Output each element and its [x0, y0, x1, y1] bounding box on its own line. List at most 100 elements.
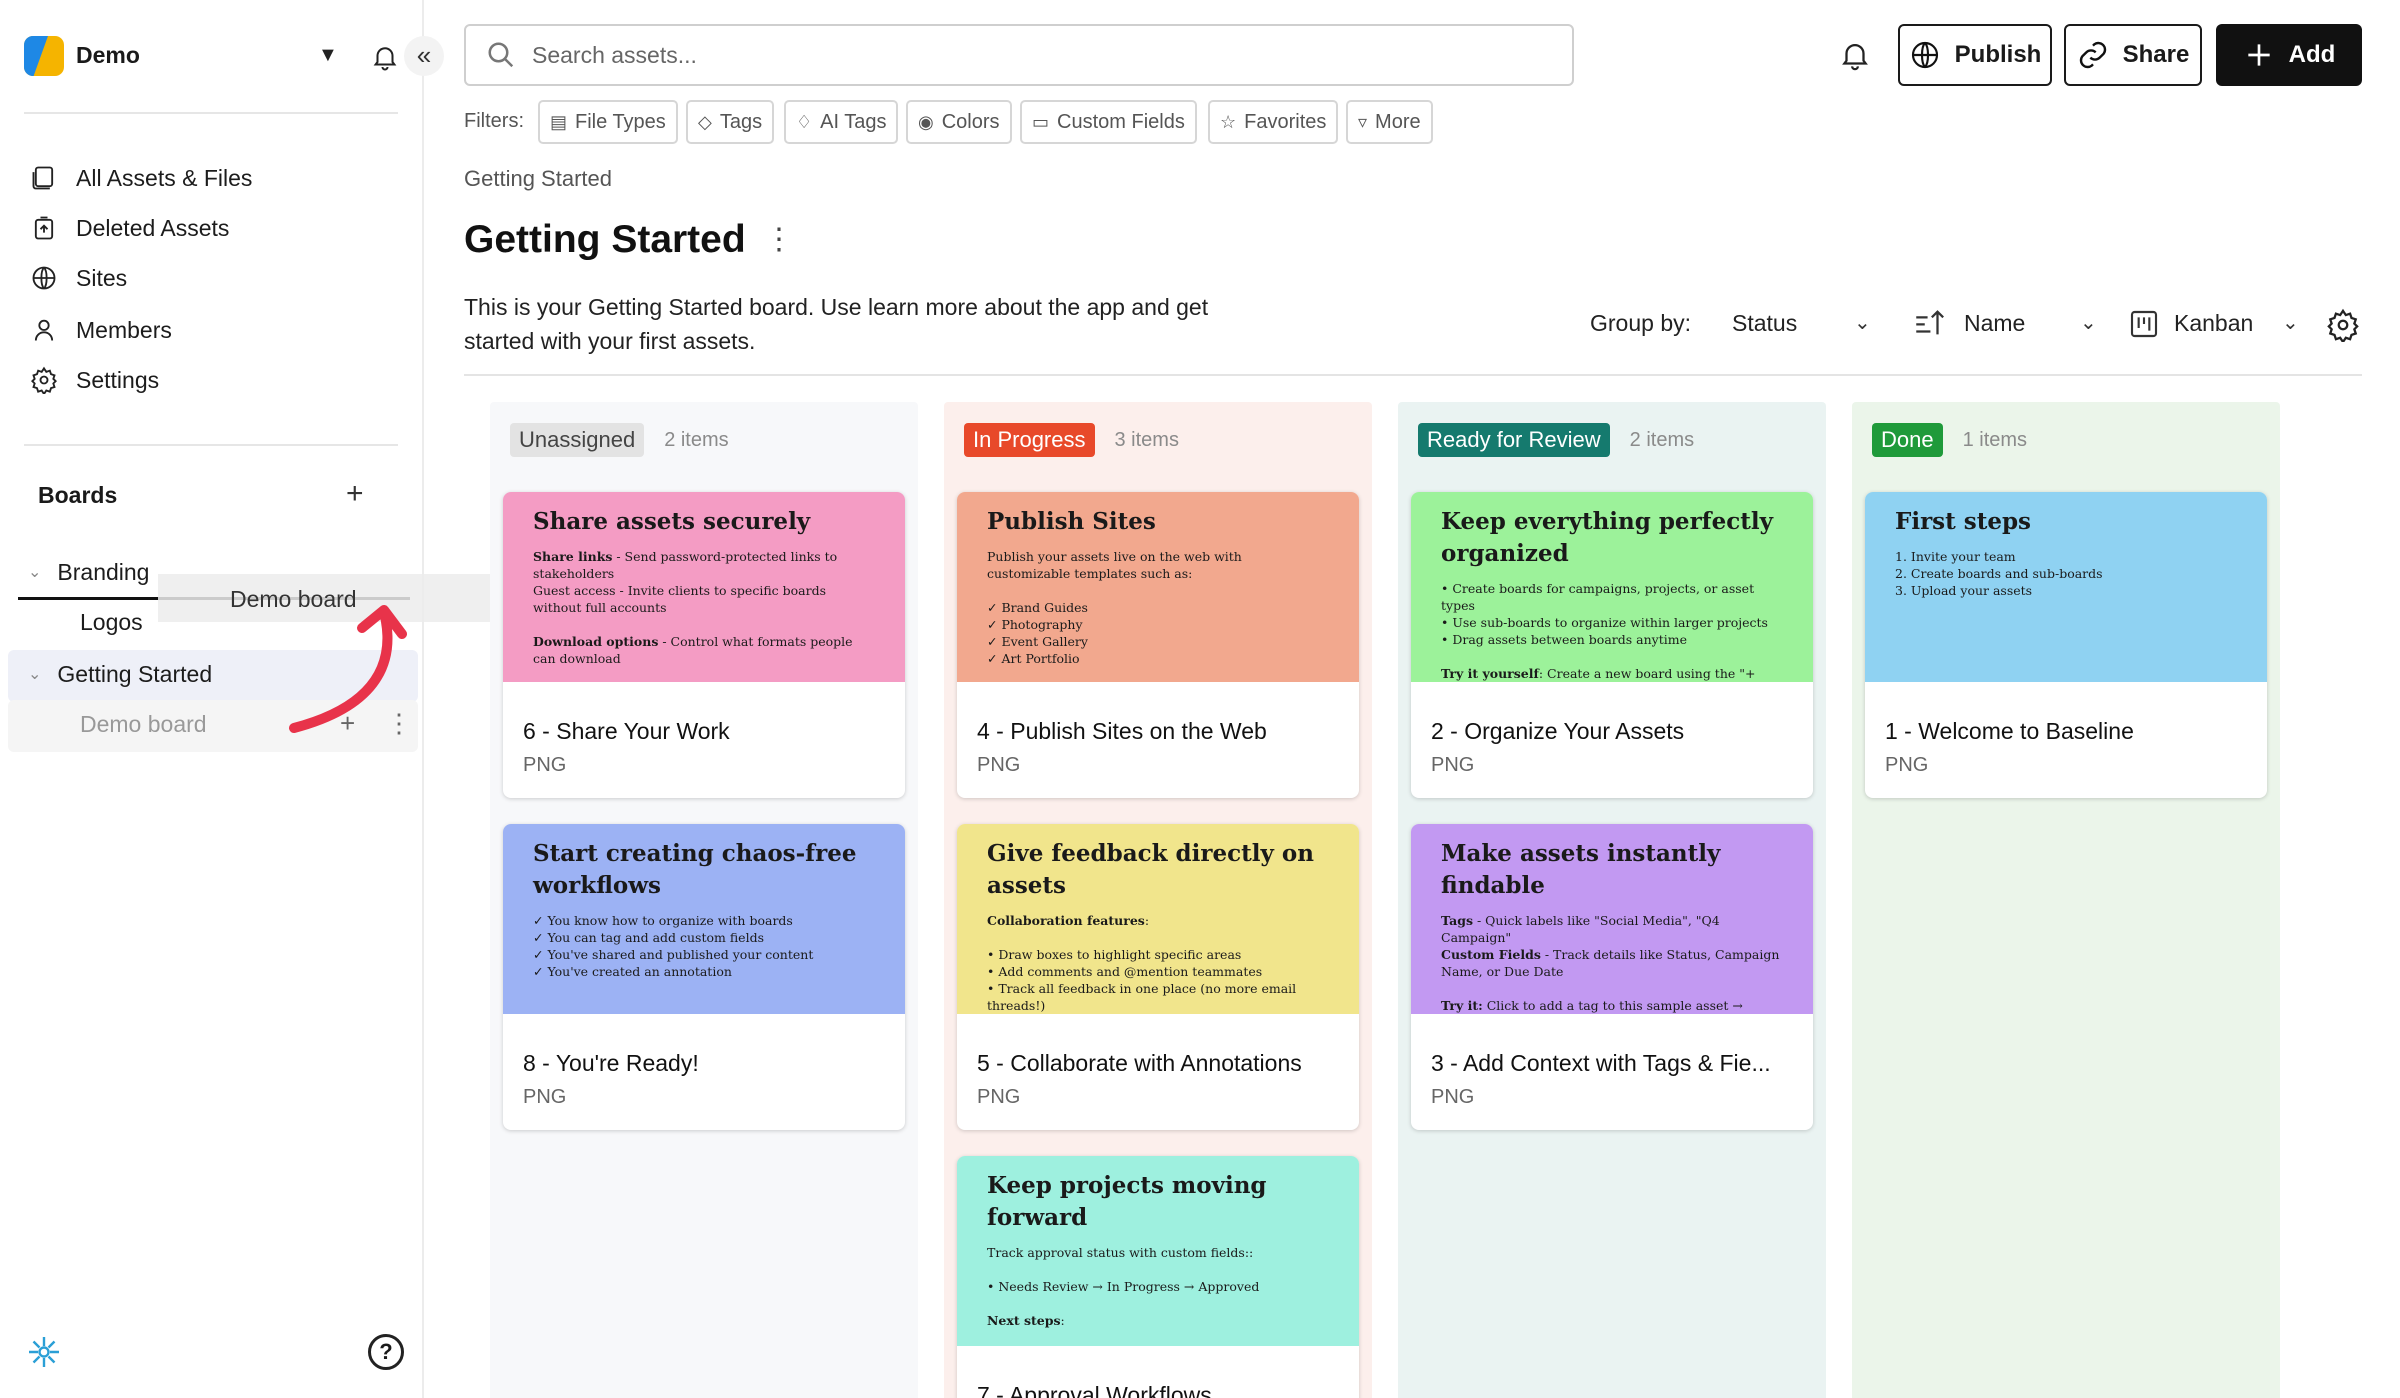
- asset-thumbnail[interactable]: Publish Sites Publish your assets live on…: [957, 492, 1359, 682]
- ai-tag-icon: ♢: [796, 111, 813, 132]
- app-logo-icon: [26, 1334, 62, 1370]
- kanban-icon[interactable]: [2128, 308, 2160, 340]
- chevron-down-icon[interactable]: ⌄: [28, 664, 41, 684]
- breadcrumb[interactable]: Getting Started: [464, 166, 612, 192]
- asset-thumbnail[interactable]: First steps 1. Invite your team 2. Create …: [1865, 492, 2267, 682]
- asset-file-type: PNG: [1885, 754, 1929, 776]
- asset-name[interactable]: 8 - You're Ready!: [523, 1050, 893, 1077]
- board-label: Branding: [57, 558, 150, 585]
- thumbnail-line: 2. Create boards and sub-boards: [1895, 566, 2103, 581]
- asset-thumbnail[interactable]: Keep projects moving forward Track approv…: [957, 1156, 1359, 1346]
- sort-ascending-icon[interactable]: [1912, 306, 1946, 340]
- thumbnail-line: ✓ Brand Guides: [987, 600, 1088, 615]
- asset-name[interactable]: 5 - Collaborate with Annotations: [977, 1050, 1347, 1077]
- nav-label: Deleted Assets: [76, 214, 230, 241]
- thumbnail-line: • Draw boxes to highlight specific areas: [987, 947, 1242, 962]
- asset-thumbnail[interactable]: Start creating chaos-free workflows ✓ You…: [503, 824, 905, 1014]
- kanban-column-unassigned: Unassigned 2 items Share assets securely…: [490, 402, 918, 1398]
- board-branding[interactable]: ⌄ Branding: [28, 548, 149, 596]
- nav-item-deleted-assets[interactable]: Deleted Assets: [30, 208, 400, 248]
- thumbnail-line: Custom Fields - Track details like Statu…: [1441, 947, 1780, 979]
- thumbnail-line: ✓ You can tag and add custom fields: [533, 930, 764, 945]
- asset-file-type: PNG: [1431, 1086, 1475, 1108]
- group-by-label: Group by:: [1590, 310, 1691, 336]
- status-badge: In Progress: [964, 423, 1095, 457]
- board-getting-started-label[interactable]: ⌄ Getting Started: [28, 650, 212, 698]
- asset-card[interactable]: Share assets securely Share links - Send …: [503, 492, 905, 798]
- chevron-down-icon[interactable]: ⌄: [2282, 310, 2299, 335]
- link-icon: [2079, 41, 2106, 69]
- nav-item-settings[interactable]: Settings: [30, 360, 400, 400]
- asset-thumbnail[interactable]: Make assets instantly findable Tags - Qui…: [1411, 824, 1813, 1014]
- bell-icon[interactable]: [370, 42, 400, 72]
- thumbnail-line: Download options - Control what formats …: [533, 634, 853, 666]
- nav-label: Sites: [76, 264, 128, 291]
- thumbnail-line: Publish your assets live on the web with…: [987, 549, 1242, 581]
- chevron-down-icon[interactable]: ⌄: [2080, 310, 2097, 335]
- board-logos[interactable]: Logos: [80, 598, 143, 646]
- asset-name[interactable]: 6 - Share Your Work: [523, 718, 893, 745]
- nav-item-members[interactable]: Members: [30, 310, 400, 350]
- sort-select[interactable]: Name: [1964, 310, 2025, 337]
- share-button[interactable]: Share: [2064, 24, 2202, 86]
- help-button[interactable]: ?: [368, 1334, 404, 1370]
- thumbnail-title: Start creating chaos-free workflows: [533, 840, 857, 899]
- thumbnail-line: ✓ Event Gallery: [987, 634, 1088, 649]
- thumbnail-line: • Needs Review → In Progress → Approved: [987, 1279, 1260, 1294]
- asset-card[interactable]: Start creating chaos-free workflows ✓ You…: [503, 824, 905, 1130]
- item-count: 2 items: [1629, 428, 1695, 451]
- asset-name[interactable]: 4 - Publish Sites on the Web: [977, 718, 1347, 745]
- asset-thumbnail[interactable]: Keep everything perfectly organized • Cre…: [1411, 492, 1813, 682]
- status-badge: Unassigned: [510, 423, 645, 457]
- plus-icon: [2248, 44, 2270, 66]
- notifications-bell-icon[interactable]: [1838, 38, 1872, 72]
- view-select[interactable]: Kanban: [2174, 310, 2253, 337]
- thumbnail-line: • Track all feedback in one place (no mo…: [987, 981, 1297, 1013]
- asset-card[interactable]: Publish Sites Publish your assets live on…: [957, 492, 1359, 798]
- filter-custom-fields[interactable]: ▭ Custom Fields: [1020, 100, 1197, 144]
- chevron-down-icon[interactable]: ⌄: [28, 562, 41, 582]
- filter-ai-tags[interactable]: ♢ AI Tags: [784, 100, 899, 144]
- group-by-select[interactable]: Status: [1732, 310, 1797, 337]
- chip-label: More: [1375, 110, 1421, 133]
- thumbnail-body: Track approval status with custom fields…: [987, 1244, 1329, 1346]
- add-button[interactable]: Add: [2216, 24, 2362, 86]
- nav-item-sites[interactable]: Sites: [30, 258, 400, 298]
- nav-item-all-assets[interactable]: All Assets & Files: [30, 158, 400, 198]
- gear-icon[interactable]: [2326, 308, 2360, 342]
- asset-name[interactable]: 3 - Add Context with Tags & Fie...: [1431, 1050, 1801, 1077]
- asset-card[interactable]: Make assets instantly findable Tags - Qui…: [1411, 824, 1813, 1130]
- workspace-switcher[interactable]: Demo ▼: [24, 34, 444, 78]
- divider: [24, 444, 398, 446]
- item-count: 1 items: [1962, 428, 2028, 451]
- thumbnail-line: ✓ You've created an annotation: [533, 964, 732, 979]
- add-label: Add: [2288, 41, 2336, 68]
- search-input[interactable]: Search assets...: [464, 24, 1574, 86]
- add-board-button[interactable]: +: [346, 478, 364, 510]
- board-options-icon[interactable]: ⋮: [764, 222, 794, 257]
- asset-card[interactable]: Keep projects moving forward Track approv…: [957, 1156, 1359, 1398]
- globe-icon: [1911, 41, 1938, 69]
- chevron-down-icon[interactable]: ⌄: [1854, 310, 1871, 335]
- asset-thumbnail[interactable]: Give feedback directly on assets Collabor…: [957, 824, 1359, 1014]
- asset-file-type: PNG: [523, 754, 567, 776]
- board-demo-board-label[interactable]: Demo board: [80, 700, 207, 748]
- thumbnail-title: Give feedback directly on assets: [987, 840, 1314, 899]
- asset-card[interactable]: Give feedback directly on assets Collabor…: [957, 824, 1359, 1130]
- filter-colors[interactable]: ◉ Colors: [906, 100, 1012, 144]
- asset-name[interactable]: 2 - Organize Your Assets: [1431, 718, 1801, 745]
- asset-card[interactable]: First steps 1. Invite your team 2. Create …: [1865, 492, 2267, 798]
- filter-file-types[interactable]: ▤ File Types: [538, 100, 678, 144]
- thumbnail-line: Guest access - Invite clients to specifi…: [533, 583, 827, 615]
- filter-tags[interactable]: ◇ Tags: [686, 100, 775, 144]
- asset-name[interactable]: 7 - Approval Workflows: [977, 1382, 1347, 1398]
- filter-favorites[interactable]: ☆ Favorites: [1208, 100, 1339, 144]
- filter-more[interactable]: ▿ More: [1346, 100, 1433, 144]
- chevron-down-icon[interactable]: ▼: [318, 44, 338, 67]
- palette-icon: ◉: [918, 111, 934, 132]
- asset-thumbnail[interactable]: Share assets securely Share links - Send …: [503, 492, 905, 682]
- publish-button[interactable]: Publish: [1898, 24, 2052, 86]
- thumbnail-line: ✓ Art Portfolio: [987, 651, 1080, 666]
- asset-name[interactable]: 1 - Welcome to Baseline: [1885, 718, 2255, 745]
- asset-card[interactable]: Keep everything perfectly organized • Cre…: [1411, 492, 1813, 798]
